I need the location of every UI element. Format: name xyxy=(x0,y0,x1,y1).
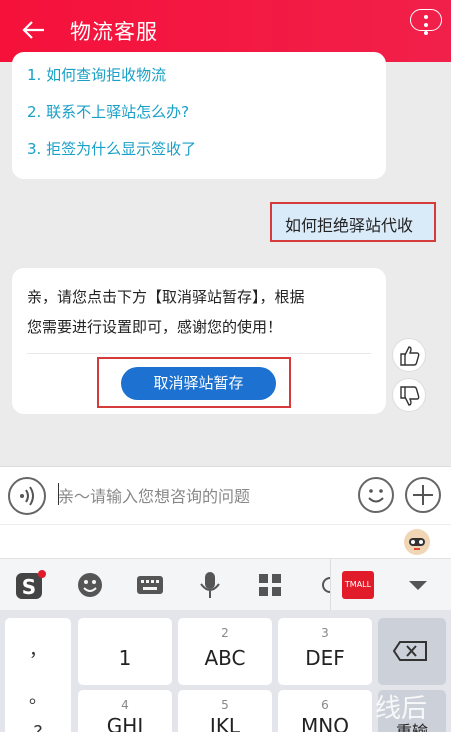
emoji-panel-icon[interactable] xyxy=(74,569,106,601)
key-label: GHI xyxy=(106,714,144,732)
voice-icon xyxy=(20,486,34,506)
key-number: 3 xyxy=(321,626,329,640)
symbol-key-question[interactable]: ? xyxy=(5,722,71,732)
input-bar: 亲～请输入您想咨询的问题 xyxy=(0,466,451,524)
key-label: ABC xyxy=(204,646,246,670)
mascot-row xyxy=(0,524,451,558)
key-label: MNO xyxy=(301,714,349,732)
highlight-box xyxy=(270,202,436,242)
svg-text:S: S xyxy=(22,575,36,599)
faq-link[interactable]: 2. 联系不上驿站怎么办? xyxy=(27,101,189,122)
symbol-key-period[interactable]: 。 xyxy=(5,683,71,709)
divider xyxy=(27,353,371,354)
sogou-logo-icon[interactable]: S xyxy=(14,569,46,601)
mascot-face-icon xyxy=(409,538,425,550)
faq-card: 1. 如何查询拒收物流 2. 联系不上驿站怎么办? 3. 拒签为什么显示签收了 xyxy=(12,52,386,179)
apps-grid-icon[interactable] xyxy=(254,569,286,601)
add-attachment-button[interactable] xyxy=(405,477,441,513)
highlight-box xyxy=(97,357,291,408)
keyboard-icon[interactable] xyxy=(134,569,166,601)
smiley-icon xyxy=(368,489,384,503)
thumbs-down-icon xyxy=(400,386,420,406)
chevron-down-icon[interactable] xyxy=(402,569,434,601)
key-number: 6 xyxy=(321,698,329,712)
mascot-avatar[interactable] xyxy=(404,529,430,555)
divider xyxy=(330,559,331,611)
key-mno[interactable]: 6 MNO xyxy=(278,690,372,732)
message-input[interactable]: 亲～请输入您想咨询的问题 xyxy=(58,483,250,507)
more-bubble-icon xyxy=(410,9,442,31)
reply-text-line: 亲，请您点击下方【取消驿站暂存】，根据 xyxy=(27,288,305,306)
key-abc[interactable]: 2 ABC xyxy=(178,618,272,685)
symbol-key-comma[interactable]: ， xyxy=(5,636,71,662)
key-label: 1 xyxy=(118,646,132,670)
faq-link[interactable]: 3. 拒签为什么显示签收了 xyxy=(27,138,196,159)
key-1[interactable]: 1 xyxy=(78,618,172,685)
key-number: 5 xyxy=(221,698,229,712)
key-label: JKL xyxy=(209,714,241,732)
tmall-button[interactable]: TMALL xyxy=(342,571,374,599)
text-cursor xyxy=(58,483,59,505)
faq-link[interactable]: 1. 如何查询拒收物流 xyxy=(27,64,166,85)
key-label: DEF xyxy=(305,646,345,670)
thumbs-down-button[interactable] xyxy=(392,378,426,412)
emoji-button[interactable] xyxy=(358,477,394,513)
plus-icon xyxy=(413,485,433,505)
microphone-icon[interactable] xyxy=(194,569,226,601)
symbol-column: ， 。 ? xyxy=(5,618,71,732)
key-ghi[interactable]: 4 GHI xyxy=(78,690,172,732)
watermark-text: 线后 xyxy=(375,694,428,724)
key-number: 2 xyxy=(221,626,229,640)
backspace-key[interactable] xyxy=(378,618,446,685)
thumbs-up-button[interactable] xyxy=(392,338,426,372)
more-menu-button[interactable] xyxy=(408,3,444,43)
voice-input-button[interactable] xyxy=(8,477,46,515)
reply-text-line: 您需要进行设置即可，感谢您的使用！ xyxy=(27,318,283,336)
reply-card: 亲，请您点击下方【取消驿站暂存】，根据 您需要进行设置即可，感谢您的使用！ 取消… xyxy=(12,268,386,414)
backspace-icon xyxy=(392,641,427,661)
key-number: 4 xyxy=(121,698,129,712)
dot-icon xyxy=(424,31,428,35)
page-title: 物流客服 xyxy=(70,20,158,44)
thumbs-up-icon xyxy=(400,346,420,366)
user-message-bubble: 如何拒绝驿站代收 xyxy=(270,202,436,242)
key-jkl[interactable]: 5 JKL xyxy=(178,690,272,732)
keyboard-toolbar: S TMALL xyxy=(0,558,451,611)
dot-icon xyxy=(424,23,428,27)
dot-icon xyxy=(424,15,428,19)
key-def[interactable]: 3 DEF xyxy=(278,618,372,685)
back-arrow-icon[interactable] xyxy=(20,16,48,44)
